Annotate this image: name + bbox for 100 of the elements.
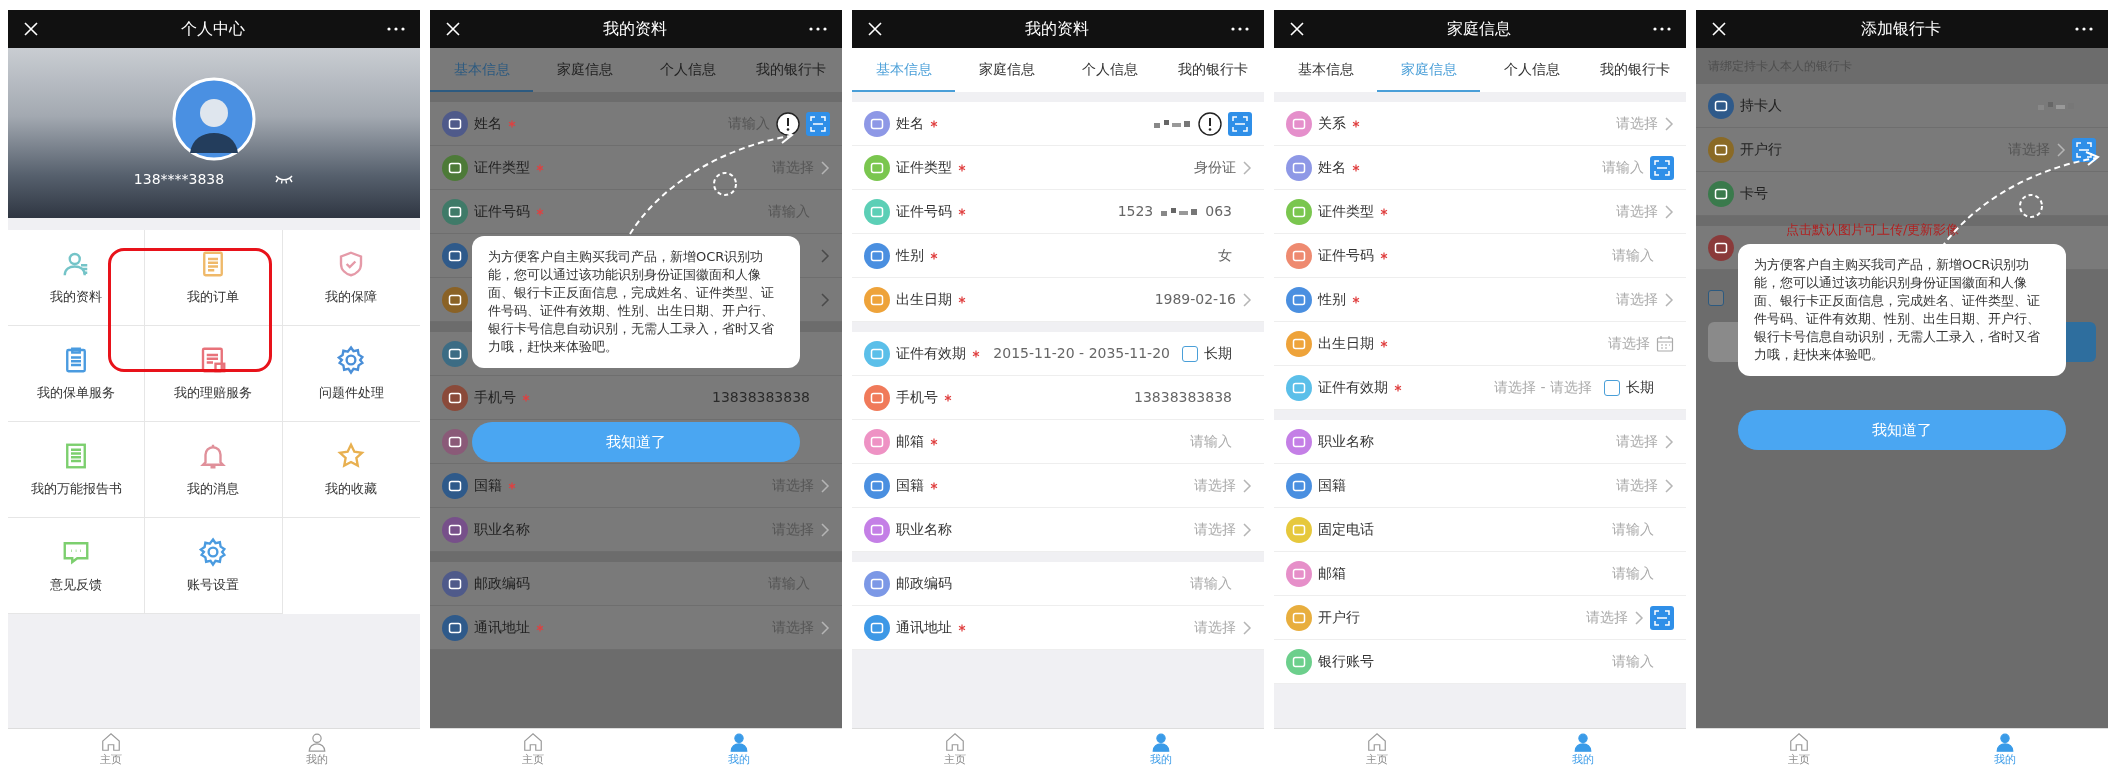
checkbox[interactable] [1182, 345, 1198, 362]
home-icon [522, 731, 544, 753]
checkbox[interactable] [1604, 379, 1620, 396]
avatar-icon[interactable] [172, 76, 256, 161]
input-field[interactable]: 请选择 - 请选择 [1494, 377, 1592, 398]
checkbox[interactable] [1708, 290, 1724, 306]
checkbox-label: 长期 [1626, 378, 1654, 397]
more-icon[interactable] [386, 26, 406, 32]
field-label: 性别 [896, 246, 924, 265]
tab[interactable]: 个人信息 [636, 48, 739, 92]
field-label: 证件号码 [1318, 246, 1374, 265]
window-title: 我的资料 [1025, 18, 1089, 40]
info-icon[interactable] [1198, 111, 1222, 136]
scan-icon[interactable] [2072, 137, 2096, 162]
tab[interactable]: 基本信息 [852, 48, 955, 92]
nav-tab[interactable]: 主页 [1274, 729, 1480, 768]
input-field[interactable]: 请输入 [1190, 573, 1232, 594]
input-field[interactable]: 请选择 [1616, 201, 1658, 222]
field-label: 证件有效期 [1318, 378, 1388, 397]
field-label: 固定电话 [1318, 520, 1374, 539]
field-label: 姓名 [474, 114, 502, 133]
nav-tab[interactable]: 主页 [852, 729, 1058, 768]
field-value: 2015-11-20 - 2035-11-20 [993, 344, 1170, 363]
field-label: 国籍 [474, 476, 502, 495]
menu-item[interactable]: 我的保单服务 [8, 326, 146, 422]
menu-item[interactable]: 我的万能报告书 [8, 422, 146, 518]
more-icon[interactable] [2074, 26, 2094, 32]
field-label: 邮箱 [1318, 564, 1346, 583]
got-it-button[interactable]: 我知道了 [472, 422, 800, 462]
scan-icon[interactable] [1650, 155, 1674, 180]
dashed-circle [713, 172, 737, 196]
field-label: 卡号 [1740, 184, 1768, 203]
input-field[interactable]: 请输入 [1190, 431, 1232, 452]
close-icon[interactable] [1710, 20, 1728, 38]
field-label: 邮政编码 [474, 574, 530, 593]
menu-item[interactable]: 账号设置 [145, 518, 283, 614]
scan-icon[interactable] [1650, 605, 1674, 630]
input-field[interactable]: 请选择 [1616, 289, 1658, 310]
input-field[interactable]: 请输入 [1602, 157, 1644, 178]
input-field[interactable]: 请输入 [1612, 245, 1654, 266]
home-icon [1788, 731, 1810, 753]
input-field[interactable]: 请输入 [1612, 519, 1654, 540]
eye-closed-icon[interactable] [274, 173, 295, 185]
close-icon[interactable] [866, 20, 884, 38]
window-title: 个人中心 [181, 18, 245, 40]
menu-item[interactable]: 我的资料 [8, 230, 146, 326]
nav-tab[interactable]: 我的 [1902, 729, 2108, 768]
input-field[interactable]: 请选择 [1616, 113, 1658, 134]
home-icon [100, 731, 122, 753]
menu-item[interactable]: 我的理赔服务 [145, 326, 283, 422]
field-label: 出生日期 [1318, 334, 1374, 353]
dashed-circle [2019, 194, 2043, 218]
field-label: 通讯地址 [896, 618, 952, 637]
nav-tab[interactable]: 我的 [636, 729, 842, 768]
more-icon[interactable] [1652, 26, 1672, 32]
field-label: 银行账号 [1318, 652, 1374, 671]
nav-tab[interactable]: 我的 [1480, 729, 1686, 768]
menu-item[interactable]: 我的订单 [145, 230, 283, 326]
input-field[interactable]: 请输入 [1612, 651, 1654, 672]
nav-tab[interactable]: 主页 [430, 729, 636, 768]
nav-tab[interactable]: 我的 [214, 729, 420, 768]
tab[interactable]: 个人信息 [1480, 48, 1583, 92]
field-label: 邮箱 [896, 432, 924, 451]
nav-tab[interactable]: 主页 [8, 729, 214, 768]
menu-item[interactable]: 意见反馈 [8, 518, 146, 614]
input-field[interactable]: 请选择 [1194, 475, 1236, 496]
tab[interactable]: 我的银行卡 [739, 48, 842, 92]
close-icon[interactable] [444, 20, 462, 38]
input-field[interactable]: 请选择 [1616, 475, 1658, 496]
tab[interactable]: 家庭信息 [1377, 48, 1480, 92]
tip-popup: 为方便客户自主购买我司产品，新增OCR识别功能，您可以通过该功能识别身份证国徽面和人像面、银行卡正反面信息，完成姓名、证件类型、证件号码、证件有效期、性别、出生日期、开户行、银行卡号信息自动识别，无需人工录入，省时又省力哦，赶快来体验吧。 [472, 236, 800, 368]
info-icon[interactable] [776, 111, 800, 136]
input-field[interactable]: 请选择 [1608, 333, 1650, 354]
person-icon [1994, 731, 2016, 753]
tab[interactable]: 基本信息 [1274, 48, 1377, 92]
scan-icon[interactable] [806, 111, 830, 136]
nav-tab[interactable]: 我的 [1058, 729, 1264, 768]
input-field[interactable]: 请输入 [1612, 563, 1654, 584]
tab[interactable]: 基本信息 [430, 48, 533, 92]
menu-item[interactable]: 我的消息 [145, 422, 283, 518]
input-field[interactable]: 请选择 [1194, 519, 1236, 540]
window-title: 我的资料 [603, 18, 667, 40]
input-field[interactable]: 请选择 [1586, 607, 1628, 628]
input-field[interactable]: 请选择 [1194, 617, 1236, 638]
input-field[interactable]: 请选择 [1616, 431, 1658, 452]
scan-icon[interactable] [1228, 111, 1252, 136]
more-icon[interactable] [808, 26, 828, 32]
got-it-button[interactable]: 我知道了 [1738, 410, 2066, 450]
field-label: 出生日期 [896, 290, 952, 309]
field-label: 证件类型 [1318, 202, 1374, 221]
close-icon[interactable] [22, 20, 40, 38]
tab[interactable]: 家庭信息 [955, 48, 1058, 92]
tab[interactable]: 家庭信息 [533, 48, 636, 92]
field-label: 证件类型 [474, 158, 530, 177]
nav-tab[interactable]: 主页 [1696, 729, 1902, 768]
tab[interactable]: 我的银行卡 [1583, 48, 1686, 92]
tab[interactable]: 个人信息 [1058, 48, 1161, 92]
tab[interactable]: 我的银行卡 [1161, 48, 1264, 92]
close-icon[interactable] [1288, 20, 1306, 38]
more-icon[interactable] [1230, 26, 1250, 32]
